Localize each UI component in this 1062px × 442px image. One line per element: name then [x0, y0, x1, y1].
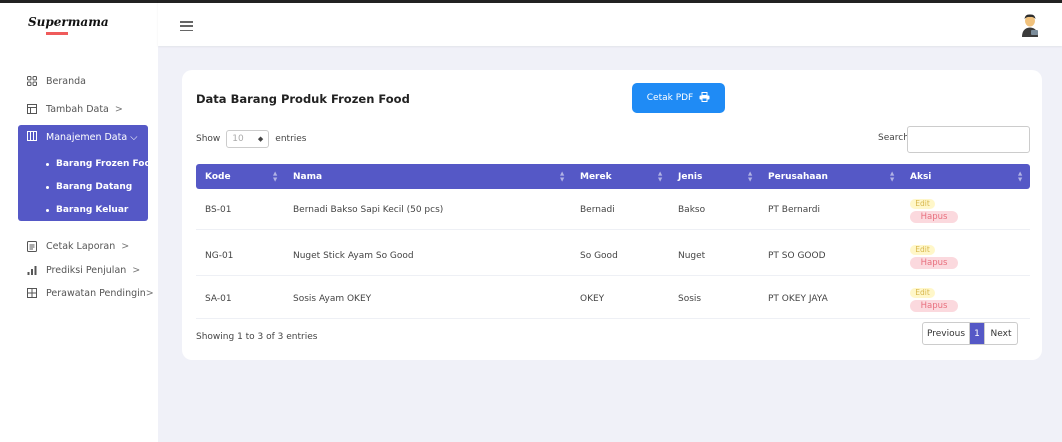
page-title: Data Barang Produk Frozen Food	[196, 92, 410, 106]
sidebar-subitem-barang-datang[interactable]: Barang Datang	[46, 182, 132, 192]
page-1-button[interactable]: 1	[970, 323, 984, 344]
sidebar-item-label: Manajemen Data	[46, 131, 128, 143]
sidebar-item-label: Perawatan Pendingin	[46, 287, 146, 299]
sidebar-item-label: Cetak Laporan	[46, 240, 116, 252]
bullet-icon	[46, 185, 49, 189]
search-input[interactable]	[907, 126, 1030, 153]
cell-merek: OKEY	[580, 294, 605, 304]
sort-icon[interactable]: ▲ ▼	[658, 167, 662, 186]
column-header-aksi[interactable]: Aksi	[910, 164, 931, 189]
chevron-right-icon: >	[145, 287, 154, 299]
cell-merek: Bernadi	[580, 205, 615, 215]
sidebar-item-label: Prediksi Penjulan	[46, 264, 127, 276]
edit-button[interactable]: Edit	[910, 245, 935, 255]
sidebar-subitem-frozen-food[interactable]: Barang Frozen Food	[46, 159, 157, 169]
sidebar-item-tambah-data[interactable]: Tambah Data >	[0, 97, 158, 121]
cell-kode: NG-01	[205, 251, 234, 261]
document-icon	[26, 240, 38, 252]
column-header-nama[interactable]: Nama	[293, 164, 322, 189]
cetak-pdf-label: Cetak PDF	[646, 93, 694, 103]
table-row: BS-01 Bernadi Bakso Sapi Kecil (50 pcs) …	[196, 190, 1030, 230]
printer-icon	[699, 91, 710, 105]
cell-jenis: Nuget	[678, 251, 706, 261]
grid-icon	[26, 75, 38, 87]
table-row: SA-01 Sosis Ayam OKEY OKEY Sosis PT OKEY…	[196, 279, 1030, 319]
entries-label: entries	[275, 134, 307, 144]
previous-page-button[interactable]: Previous	[923, 323, 970, 344]
table-info: Showing 1 to 3 of 3 entries	[196, 332, 318, 342]
sidebar-subitem-barang-keluar[interactable]: Barang Keluar	[46, 205, 128, 215]
entries-select-value: 10	[232, 134, 244, 144]
cetak-pdf-button[interactable]: Cetak PDF	[632, 83, 725, 113]
entries-length-control: Show 10 ◆ entries	[196, 130, 307, 148]
cell-merek: So Good	[580, 251, 618, 261]
sidebar-item-label: Tambah Data	[46, 103, 109, 115]
cell-aksi: Edit Hapus	[910, 199, 958, 223]
sort-icon[interactable]: ▲ ▼	[273, 167, 277, 186]
bullet-icon	[46, 208, 49, 212]
cell-kode: BS-01	[205, 205, 232, 215]
column-header-jenis[interactable]: Jenis	[678, 164, 702, 189]
next-page-button[interactable]: Next	[984, 323, 1017, 344]
cell-aksi: Edit Hapus	[910, 245, 958, 269]
sidebar-item-prediksi-penjulan[interactable]: Prediksi Penjulan >	[0, 258, 158, 282]
cell-perusahaan: PT SO GOOD	[768, 251, 826, 261]
chevron-down-icon: ⌵	[130, 131, 138, 143]
topbar	[158, 0, 1062, 46]
cell-nama: Nuget Stick Ayam So Good	[293, 251, 414, 261]
edit-button[interactable]: Edit	[910, 199, 935, 209]
data-card: Data Barang Produk Frozen Food Cetak PDF…	[182, 70, 1042, 360]
sort-icon[interactable]: ▲ ▼	[560, 167, 564, 186]
cell-jenis: Sosis	[678, 294, 702, 304]
table-row: NG-01 Nuget Stick Ayam So Good So Good N…	[196, 236, 1030, 276]
edit-button[interactable]: Edit	[910, 288, 935, 298]
hapus-button[interactable]: Hapus	[910, 257, 958, 269]
column-header-kode[interactable]: Kode	[205, 164, 231, 189]
columns-icon	[27, 130, 37, 144]
sidebar-subitem-label: Barang Keluar	[56, 205, 129, 215]
chevron-right-icon: >	[132, 264, 141, 276]
table-icon	[26, 103, 38, 115]
sort-icon[interactable]: ▲ ▼	[890, 167, 894, 186]
entries-select[interactable]: 10 ◆	[226, 130, 270, 148]
sort-icon[interactable]: ▲ ▼	[1018, 167, 1022, 186]
cell-aksi: Edit Hapus	[910, 288, 958, 312]
sidebar-item-manajemen-data[interactable]: Manajemen Data ⌵	[18, 125, 148, 149]
cell-nama: Bernadi Bakso Sapi Kecil (50 pcs)	[293, 205, 444, 215]
column-header-merek[interactable]: Merek	[580, 164, 612, 189]
cell-perusahaan: PT OKEY JAYA	[768, 294, 828, 304]
sidebar: Supermama Beranda Tambah Data > Cetak Lap…	[0, 0, 158, 442]
sidebar-subitem-label: Barang Frozen Food	[56, 159, 158, 169]
hapus-button[interactable]: Hapus	[910, 300, 958, 312]
hamburger-menu-icon[interactable]	[180, 21, 193, 31]
table-header: Kode ▲ ▼ Nama ▲ ▼ Merek ▲ ▼ Jenis ▲ ▼ Perusa…	[196, 164, 1030, 189]
pagination: Previous 1 Next	[922, 322, 1018, 345]
app-logo[interactable]: Supermama	[28, 15, 109, 29]
user-avatar[interactable]	[1020, 13, 1040, 37]
sidebar-subitem-label: Barang Datang	[56, 182, 133, 192]
logo-underline	[46, 32, 68, 35]
cell-nama: Sosis Ayam OKEY	[293, 294, 372, 304]
cell-jenis: Bakso	[678, 205, 706, 215]
bar-chart-icon	[26, 264, 38, 276]
select-caret-icon: ◆	[257, 135, 264, 143]
grid-plus-icon	[26, 287, 38, 299]
chevron-right-icon: >	[114, 103, 123, 115]
sidebar-item-beranda[interactable]: Beranda	[0, 69, 158, 93]
hapus-button[interactable]: Hapus	[910, 211, 958, 223]
sidebar-item-perawatan-pendingin[interactable]: Perawatan Pendingin>	[0, 281, 158, 305]
show-label: Show	[196, 134, 221, 144]
sidebar-item-cetak-laporan[interactable]: Cetak Laporan >	[0, 234, 158, 258]
sidebar-item-label: Beranda	[46, 75, 86, 87]
cell-perusahaan: PT Bernardi	[768, 205, 821, 215]
chevron-right-icon: >	[121, 240, 130, 252]
cell-kode: SA-01	[205, 294, 232, 304]
column-header-perusahaan[interactable]: Perusahaan	[768, 164, 828, 189]
bullet-icon	[46, 162, 49, 166]
sort-icon[interactable]: ▲ ▼	[748, 167, 752, 186]
